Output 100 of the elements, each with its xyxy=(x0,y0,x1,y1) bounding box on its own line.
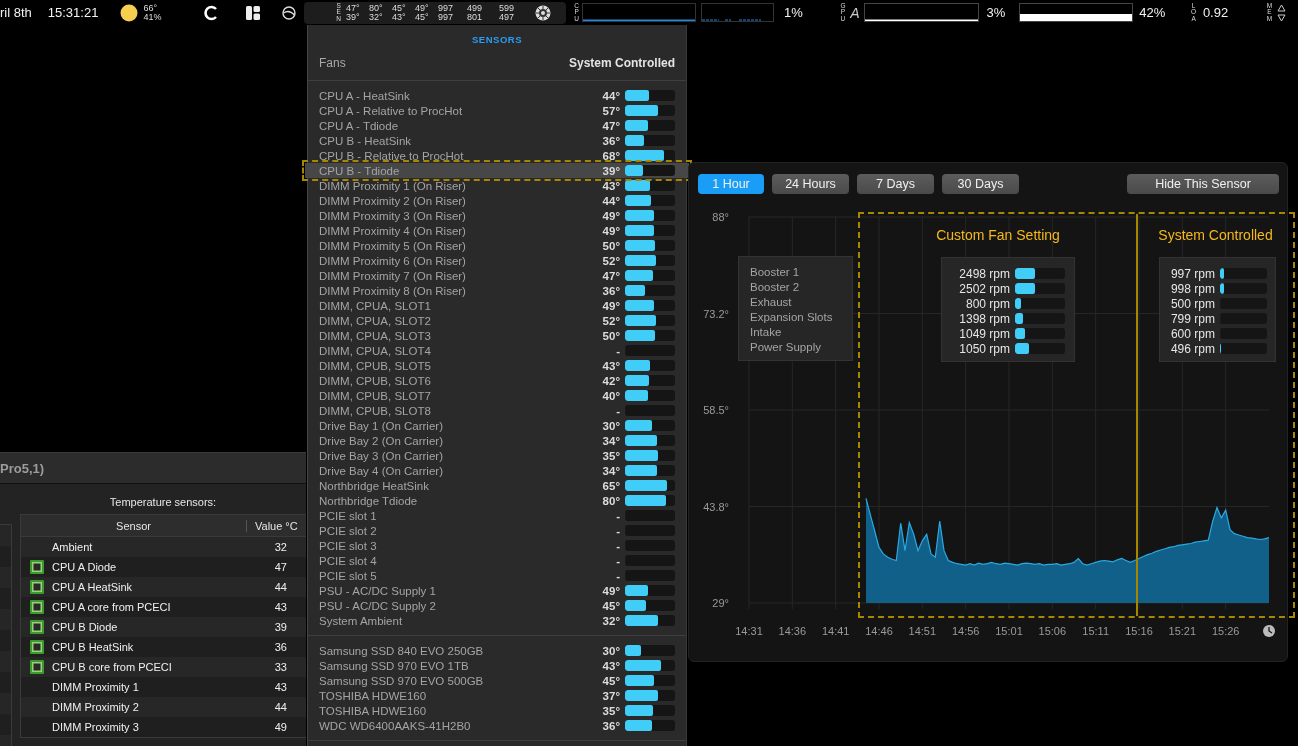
sensor-row[interactable]: DIMM, CPUB, SLOT5 43° xyxy=(308,358,686,373)
sensor-value: 50° xyxy=(602,239,620,252)
sensor-row[interactable]: PCIE slot 1 - xyxy=(308,508,686,523)
sensor-name: DIMM Proximity 3 (On Riser) xyxy=(319,209,467,222)
sensor-row[interactable]: PCIE slot 3 - xyxy=(308,538,686,553)
sensor-row[interactable]: DIMM Proximity 1 (On Riser) 43° xyxy=(308,178,686,193)
strip-reading: 997 xyxy=(437,3,454,13)
sensor-value: 50° xyxy=(602,329,620,342)
sensor-row[interactable]: Drive Bay 2 (On Carrier) 34° xyxy=(308,433,686,448)
sensor-name: DIMM, CPUB, SLOT7 xyxy=(319,389,432,402)
sensor-row[interactable]: Drive Bay 4 (On Carrier) 34° xyxy=(308,463,686,478)
sensor-value: 49° xyxy=(602,224,620,237)
sensor-row[interactable]: Drive Bay 1 (On Carrier) 30° xyxy=(308,418,686,433)
sensor-name: DIMM, CPUA, SLOT4 xyxy=(319,344,432,357)
sensor-row[interactable]: Samsung SSD 970 EVO 1TB 43° xyxy=(308,658,686,673)
sensor-row[interactable]: Samsung SSD 970 EVO 500GB 45° xyxy=(308,673,686,688)
sensor-value: 35° xyxy=(602,704,620,717)
sensor-row[interactable]: TOSHIBA HDWE160 35° xyxy=(308,703,686,718)
sensor-row[interactable]: DIMM, CPUB, SLOT7 40° xyxy=(308,388,686,403)
sensor-row[interactable]: CPU B - Relative to ProcHot 68° xyxy=(308,148,686,163)
sensor-row[interactable]: DIMM, CPUA, SLOT1 49° xyxy=(308,298,686,313)
sensor-value: 42° xyxy=(602,374,620,387)
c-arc-icon[interactable] xyxy=(203,4,220,21)
sensor-name: PCIE slot 5 xyxy=(319,569,378,582)
sensor-row[interactable]: CPU A - Relative to ProcHot 57° xyxy=(308,103,686,118)
sensor-row[interactable]: PSU - AC/DC Supply 1 49° xyxy=(308,583,686,598)
gauge-icon[interactable] xyxy=(282,5,297,20)
sensor-value: 44° xyxy=(602,194,620,207)
sensor-name: PCIE slot 4 xyxy=(319,554,378,567)
sensor-value: 40° xyxy=(602,389,620,402)
sensor-name: DIMM Proximity 6 (On Riser) xyxy=(319,254,467,267)
sensor-row[interactable]: DIMM Proximity 8 (On Riser) 36° xyxy=(308,283,686,298)
sensor-value: 34° xyxy=(602,464,620,477)
legend-item: Intake xyxy=(750,325,783,340)
sensor-row[interactable]: DIMM Proximity 2 (On Riser) 44° xyxy=(308,193,686,208)
popover-title: SENSORS xyxy=(471,34,523,45)
sensor-row[interactable]: DIMM, CPUA, SLOT3 50° xyxy=(308,328,686,343)
strip-reading: 497 xyxy=(498,12,515,22)
sensor-value: - xyxy=(616,344,620,357)
fans-mode[interactable]: System Controlled xyxy=(568,56,675,80)
sensor-row[interactable]: Samsung SSD 840 EVO 250GB 30° xyxy=(308,643,686,658)
weather-humidity: 41% xyxy=(143,12,162,22)
menu-clock: 15:31:21 xyxy=(47,5,99,20)
sensor-value: - xyxy=(616,539,620,552)
column-header[interactable]: Sensor xyxy=(21,519,247,532)
strip-reading: 45° xyxy=(414,12,430,22)
sensor-name: CPU B - HeatSink xyxy=(319,134,413,147)
sensor-row[interactable]: DIMM, CPUB, SLOT8 - xyxy=(308,403,686,418)
sensor-row[interactable]: CPU B - Tdiode 39° xyxy=(305,163,689,178)
sensor-row[interactable]: DIMM, CPUA, SLOT4 - xyxy=(308,343,686,358)
range-tab[interactable]: 24 Hours xyxy=(772,174,849,194)
sensor-name: CPU A - HeatSink xyxy=(319,89,411,102)
range-tab[interactable]: 7 Days xyxy=(857,174,934,194)
sensor-row[interactable]: CPU A - Tdiode 47° xyxy=(308,118,686,133)
fan-speed: 1398 rpm xyxy=(958,311,1010,326)
sensor-value: 30° xyxy=(602,419,620,432)
sensor-name: CPU B - Tdiode xyxy=(319,164,401,177)
sensor-value: 39° xyxy=(602,164,620,177)
sensor-row[interactable]: System Ambient 32° xyxy=(308,613,686,628)
sensor-row[interactable]: DIMM, CPUB, SLOT6 42° xyxy=(308,373,686,388)
sensor-row[interactable]: DIMM, CPUA, SLOT2 52° xyxy=(308,313,686,328)
table-cell-text: 49 xyxy=(273,721,287,733)
sensor-name: Drive Bay 4 (On Carrier) xyxy=(319,464,444,477)
table-cell-text: DIMM Proximity 2 xyxy=(52,701,140,713)
fan-speed: 496 rpm xyxy=(1169,341,1215,356)
sensor-row[interactable]: WDC WD6400AAKS-41H2B0 36° xyxy=(308,718,686,733)
sun-icon[interactable] xyxy=(120,3,139,22)
sensor-name: DIMM Proximity 8 (On Riser) xyxy=(319,284,467,297)
sensor-row[interactable]: DIMM Proximity 3 (On Riser) 49° xyxy=(308,208,686,223)
sensor-row[interactable]: DIMM Proximity 7 (On Riser) 47° xyxy=(308,268,686,283)
sensor-row[interactable]: PSU - AC/DC Supply 2 45° xyxy=(308,598,686,613)
sensor-row[interactable]: Northbridge Tdiode 80° xyxy=(308,493,686,508)
range-tab[interactable]: 30 Days xyxy=(942,174,1019,194)
sensor-row[interactable]: Northbridge HeatSink 65° xyxy=(308,478,686,493)
clock-icon[interactable] xyxy=(1263,625,1275,637)
sensor-row[interactable]: Drive Bay 3 (On Carrier) 35° xyxy=(308,448,686,463)
sensor-name: Northbridge HeatSink xyxy=(319,479,430,492)
sensor-name: PSU - AC/DC Supply 2 xyxy=(319,599,437,612)
sensor-row[interactable]: CPU A - HeatSink 44° xyxy=(308,88,686,103)
sensor-row[interactable]: DIMM Proximity 4 (On Riser) 49° xyxy=(308,223,686,238)
sensor-row[interactable]: CPU B - HeatSink 36° xyxy=(308,133,686,148)
sensor-row[interactable]: TOSHIBA HDWE160 37° xyxy=(308,688,686,703)
column-header[interactable]: Value °C xyxy=(247,519,298,532)
layout-icon[interactable] xyxy=(246,5,261,20)
sensor-value: 37° xyxy=(602,689,620,702)
sensor-row[interactable]: PCIE slot 5 - xyxy=(308,568,686,583)
sensor-row[interactable]: PCIE slot 4 - xyxy=(308,553,686,568)
table-cell-text: DIMM Proximity 3 xyxy=(52,721,140,733)
sensor-name: System Ambient xyxy=(319,614,404,627)
sensor-row[interactable]: DIMM Proximity 6 (On Riser) 52° xyxy=(308,253,686,268)
strip-reading: 801 xyxy=(466,12,483,22)
sensor-row[interactable]: PCIE slot 2 - xyxy=(308,523,686,538)
sensor-row[interactable]: DIMM Proximity 5 (On Riser) 50° xyxy=(308,238,686,253)
y-tick-label: 43.8° xyxy=(703,500,729,513)
sensor-value: 65° xyxy=(602,479,620,492)
strip-reading: 599 xyxy=(498,3,515,13)
x-tick-label: 15:11 xyxy=(1082,625,1110,637)
hide-sensor-button[interactable]: Hide This Sensor xyxy=(1127,174,1279,194)
sensor-name: DIMM, CPUA, SLOT3 xyxy=(319,329,432,342)
table-cell-text: DIMM Proximity 1 xyxy=(52,681,140,693)
